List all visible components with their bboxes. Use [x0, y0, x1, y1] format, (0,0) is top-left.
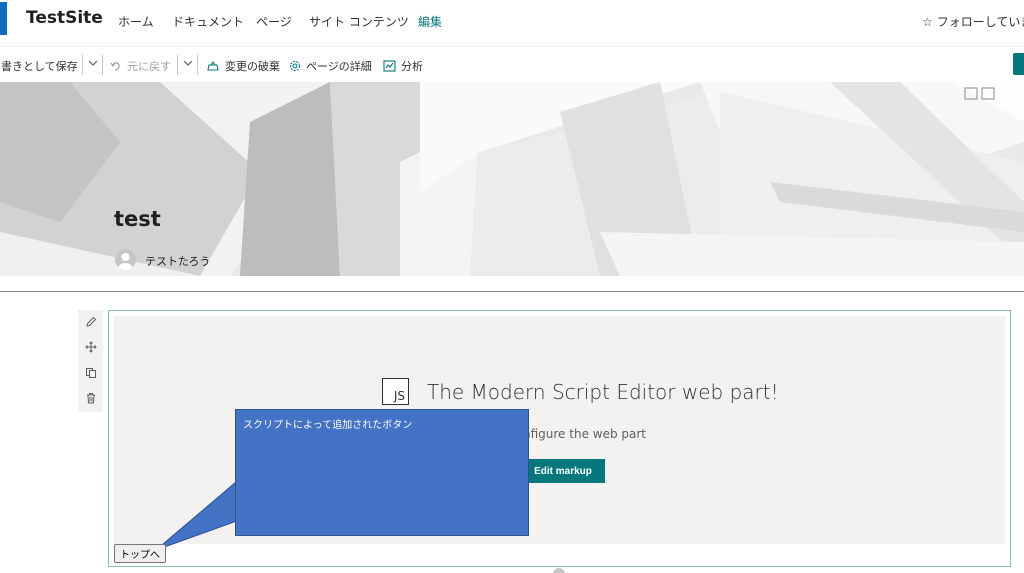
scroll-to-top-button[interactable]: トップへ [114, 544, 166, 563]
annotation-callout: スクリプトによって追加されたボタン [235, 409, 529, 536]
add-section-handle[interactable] [553, 568, 565, 573]
callout-text: スクリプトによって追加されたボタン [243, 420, 413, 431]
page: TestSite ホーム ドキュメント ページ サイト コンテンツ 編集 ☆ フォ… [0, 0, 1024, 573]
